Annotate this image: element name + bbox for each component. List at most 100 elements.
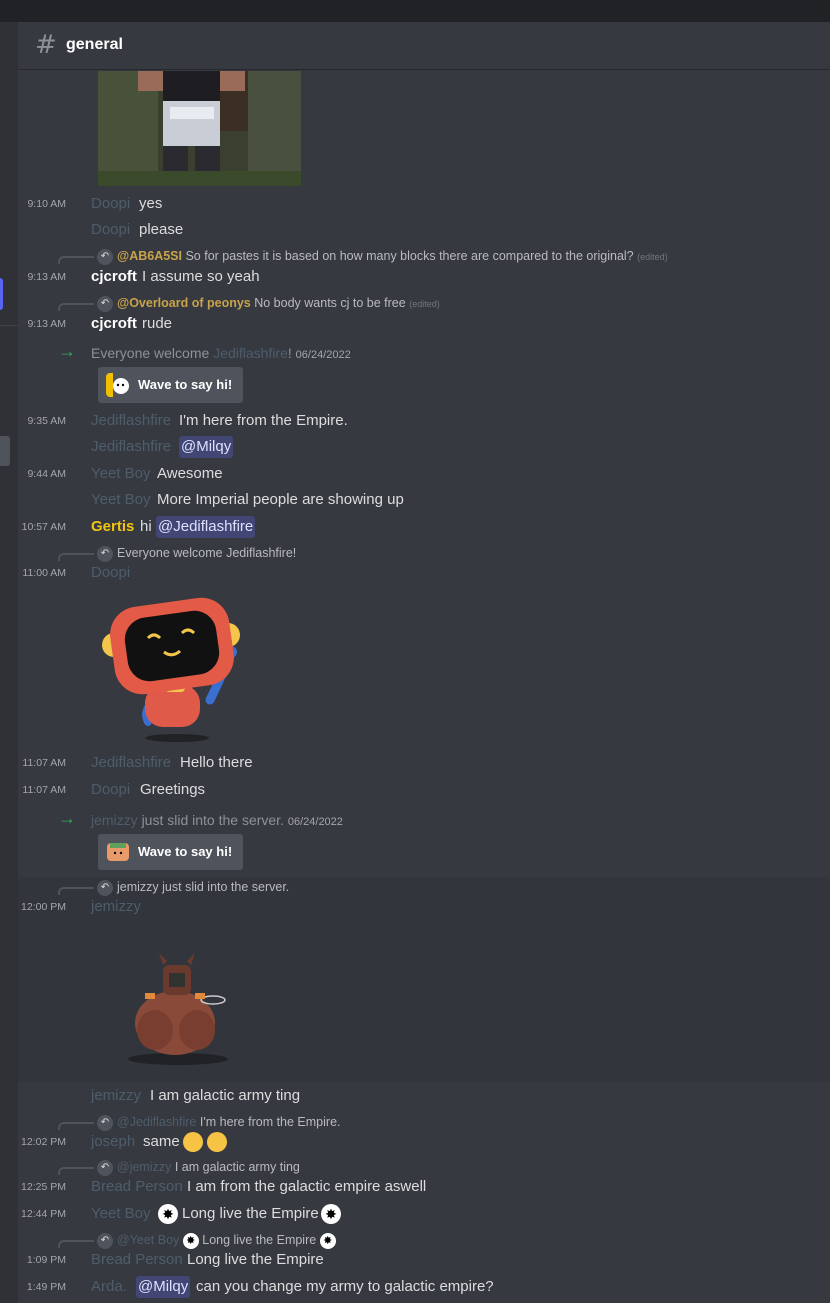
reply-spine	[58, 553, 94, 561]
message-text: Awesome	[157, 465, 223, 482]
message-text: Long live the Empire	[187, 1251, 324, 1268]
reply-preview[interactable]: ↶ @Jediflashfire I'm here from the Empire…	[97, 1113, 341, 1131]
message-text: can you change my army to galactic empir…	[196, 1278, 494, 1295]
timestamp: 10:57 AM	[21, 521, 66, 533]
author-name[interactable]: Jediflashfire	[91, 410, 171, 432]
reply-text: jemizzy just slid into the server.	[117, 880, 290, 894]
reply-preview[interactable]: ↶ @Overloard of peonys No body wants cj t…	[97, 294, 440, 312]
reply-author[interactable]: @jemizzy	[117, 1160, 171, 1174]
message-text: More Imperial people are showing up	[157, 491, 404, 508]
reply-preview[interactable]: ↶ @AB6A5SI So for pastes it is based on h…	[97, 247, 668, 265]
join-arrow-icon: →	[58, 341, 76, 361]
author-name[interactable]: Bread Person	[91, 1249, 183, 1271]
message-text: I am from the galactic empire aswell	[187, 1178, 427, 1195]
author-name[interactable]: Doopi	[91, 193, 130, 215]
message-text: Long live the Empire	[182, 1205, 319, 1222]
reply-spine	[58, 256, 94, 264]
reply-preview[interactable]: ↶ jemizzy just slid into the server.	[97, 878, 289, 896]
wave-button[interactable]: Wave to say hi!	[98, 367, 243, 403]
robot-wave-sticker[interactable]	[100, 590, 250, 745]
reply-text: I am galactic army ting	[174, 1160, 300, 1174]
system-join-message: Everyone welcome Jediflashfire! 06/24/20…	[91, 342, 351, 364]
reply-text: I'm here from the Empire.	[199, 1115, 341, 1129]
author-name[interactable]: joseph	[91, 1131, 135, 1153]
author-name[interactable]: cjcroft	[91, 313, 137, 335]
channel-name[interactable]: general	[66, 36, 123, 54]
user-mention[interactable]: @Milqy	[179, 436, 234, 458]
reply-author[interactable]: @AB6A5SI	[117, 249, 182, 263]
author-name[interactable]: Jediflashfire	[91, 436, 171, 458]
reply-spine	[58, 887, 94, 895]
timestamp: 9:13 AM	[27, 271, 66, 283]
attached-image[interactable]	[98, 71, 301, 186]
wave-label: Wave to say hi!	[138, 844, 233, 859]
timestamp: 9:35 AM	[27, 415, 66, 427]
reply-arrow-icon: ↶	[97, 295, 113, 312]
reply-preview[interactable]: ↶ @Yeet Boy ✸ Long live the Empire ✸	[97, 1231, 336, 1249]
author-name[interactable]: Gertis	[91, 516, 134, 538]
author-name[interactable]: Yeet Boy	[91, 1203, 151, 1225]
edited-label: (edited)	[637, 252, 668, 262]
reply-spine	[58, 1122, 94, 1130]
message-text: Hello there	[180, 754, 253, 771]
timestamp: 1:09 PM	[26, 1254, 66, 1266]
reply-preview[interactable]: ↶ @jemizzy I am galactic army ting	[97, 1158, 300, 1176]
critter-sticker[interactable]	[125, 945, 235, 1067]
author-name[interactable]: Jediflashfire	[91, 752, 171, 774]
collapsed-panel-handle[interactable]	[0, 436, 10, 466]
reply-spine	[58, 1240, 94, 1248]
system-text: Everyone welcome	[91, 345, 210, 361]
author-name[interactable]: Doopi	[91, 219, 130, 241]
text-channel-icon: #	[35, 30, 57, 60]
empire-emoji-icon: ✸	[182, 1232, 199, 1249]
message-text: rude	[142, 315, 173, 332]
message-text: I am galactic army ting	[150, 1087, 301, 1104]
reply-spine	[58, 303, 94, 311]
reply-arrow-icon: ↶	[97, 879, 113, 896]
system-text-end: just slid into the server.	[141, 812, 284, 828]
timestamp: 06/24/2022	[295, 349, 351, 361]
window-top-bar	[0, 0, 830, 22]
timestamp: 12:44 PM	[21, 1208, 66, 1220]
reply-author[interactable]: @Yeet Boy	[117, 1233, 179, 1247]
author-name[interactable]: Yeet Boy	[91, 489, 151, 511]
message-text: I'm here from the Empire.	[179, 412, 348, 429]
joined-user-name[interactable]: jemizzy	[91, 812, 138, 828]
user-mention[interactable]: @Milqy	[136, 1276, 191, 1298]
channel-header: # general	[18, 22, 830, 70]
author-name[interactable]: cjcroft	[91, 266, 137, 288]
author-name[interactable]: Bread Person	[91, 1176, 183, 1198]
author-name[interactable]: jemizzy	[91, 1085, 141, 1107]
empire-emoji-icon: ✸	[321, 1204, 341, 1224]
timestamp: 9:44 AM	[27, 468, 66, 480]
wave-button[interactable]: Wave to say hi!	[98, 834, 243, 870]
message-text: please	[139, 221, 184, 238]
author-name[interactable]: Doopi	[91, 562, 130, 584]
timestamp: 9:10 AM	[27, 198, 66, 210]
reply-author[interactable]: @Jediflashfire	[117, 1115, 196, 1129]
reply-arrow-icon: ↶	[97, 1114, 113, 1131]
reply-arrow-icon: ↶	[97, 248, 113, 265]
system-text-end: !	[287, 345, 292, 361]
author-name[interactable]: Yeet Boy	[91, 463, 151, 485]
message-text: same	[143, 1133, 180, 1150]
timestamp: 12:00 PM	[21, 901, 66, 913]
author-name[interactable]: jemizzy	[91, 896, 141, 918]
author-name[interactable]: Arda.	[91, 1276, 127, 1298]
wave-sticker-icon	[106, 373, 129, 397]
author-name[interactable]: Doopi	[91, 779, 130, 801]
empire-emoji-icon: ✸	[158, 1204, 178, 1224]
timestamp: 12:02 PM	[21, 1136, 66, 1148]
reply-text: Long live the Empire	[202, 1233, 317, 1247]
user-mention[interactable]: @Jediflashfire	[156, 516, 256, 538]
wave-label: Wave to say hi!	[138, 377, 233, 392]
edited-label: (edited)	[409, 299, 440, 309]
reply-author[interactable]: @Overloard of peonys	[117, 296, 251, 310]
timestamp: 9:13 AM	[27, 318, 66, 330]
joined-user-name[interactable]: Jediflashfire	[213, 345, 288, 361]
reply-preview[interactable]: ↶ Everyone welcome Jediflashfire!	[97, 544, 296, 562]
reply-spine	[58, 1167, 94, 1175]
reply-arrow-icon: ↶	[97, 1159, 113, 1176]
message-text: yes	[139, 195, 163, 212]
timestamp: 11:07 AM	[22, 757, 66, 769]
